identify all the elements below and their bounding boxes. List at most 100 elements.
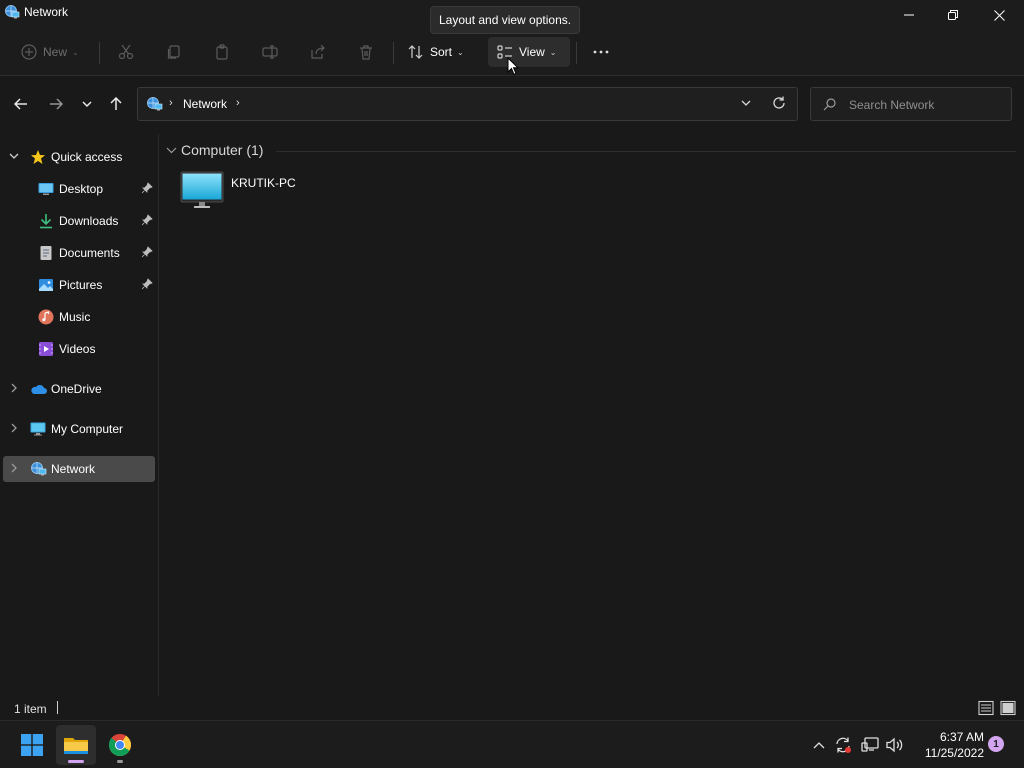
network-status-icon <box>861 737 879 752</box>
sidebar-item-desktop[interactable]: Desktop <box>3 176 155 202</box>
back-button[interactable] <box>9 92 33 116</box>
taskbar-chrome[interactable] <box>100 725 140 765</box>
status-bar: 1 item <box>0 696 1024 720</box>
network-status-button[interactable] <box>861 736 879 754</box>
group-divider <box>276 151 1016 152</box>
sidebar-item-label: Desktop <box>59 182 104 196</box>
paste-icon <box>216 44 228 60</box>
view-button[interactable]: View ⌄ <box>488 37 570 67</box>
chevron-down-icon: ⌄ <box>72 47 79 57</box>
more-options-button[interactable] <box>586 37 616 67</box>
search-icon <box>823 98 836 114</box>
sort-icon <box>408 45 423 59</box>
delete-icon <box>360 45 372 60</box>
active-app-indicator <box>68 760 84 763</box>
restore-button[interactable] <box>930 0 976 30</box>
group-header[interactable]: Computer (1) <box>166 141 1016 161</box>
search-input[interactable] <box>849 96 999 114</box>
navigation-pane: Quick access Desktop Downloads Documents <box>0 134 158 696</box>
sidebar-item-documents[interactable]: Documents <box>3 240 155 266</box>
rename-button[interactable] <box>259 37 281 67</box>
share-icon <box>311 44 325 59</box>
breadcrumb-separator-icon[interactable]: › <box>169 97 173 109</box>
network-icon <box>30 461 47 477</box>
details-view-button[interactable] <box>978 700 994 719</box>
copy-button[interactable] <box>163 37 185 67</box>
pin-icon <box>141 182 153 197</box>
running-app-indicator <box>117 760 123 763</box>
view-label: View <box>519 45 545 59</box>
star-icon <box>30 149 46 165</box>
chevron-down-icon[interactable] <box>9 151 19 164</box>
breadcrumb-separator-icon[interactable]: › <box>236 97 240 109</box>
new-button[interactable]: New ⌄ <box>18 37 86 67</box>
pin-icon <box>141 246 153 261</box>
close-icon <box>993 9 1005 21</box>
sidebar-item-my-computer[interactable]: My Computer <box>3 416 155 442</box>
sync-status-button[interactable] <box>834 736 852 754</box>
sidebar-item-videos[interactable]: Videos <box>3 336 155 362</box>
sidebar-item-onedrive[interactable]: OneDrive <box>3 376 155 402</box>
show-hidden-icons-button[interactable] <box>810 736 828 754</box>
volume-icon <box>886 737 903 753</box>
list-item[interactable]: KRUTIK-PC <box>176 167 316 215</box>
arrow-right-icon <box>50 98 63 110</box>
delete-button[interactable] <box>355 37 377 67</box>
sidebar-item-label: My Computer <box>51 422 124 436</box>
chevron-down-icon[interactable] <box>166 145 177 159</box>
sidebar-item-downloads[interactable]: Downloads <box>3 208 155 234</box>
pane-divider[interactable] <box>158 134 159 696</box>
arrow-left-icon <box>14 98 27 110</box>
start-button[interactable] <box>12 725 52 765</box>
address-bar[interactable]: › Network › <box>137 87 798 121</box>
sort-label: Sort <box>430 45 453 59</box>
taskbar-file-explorer[interactable] <box>56 725 96 765</box>
restore-icon <box>948 10 958 20</box>
sidebar-item-label: Music <box>59 310 91 324</box>
chevron-right-icon[interactable] <box>9 463 19 476</box>
arrow-up-icon <box>110 97 122 110</box>
notification-badge[interactable]: 1 <box>988 736 1004 752</box>
mouse-cursor-icon <box>507 56 520 79</box>
computer-icon <box>30 421 46 437</box>
copy-icon <box>167 45 180 59</box>
sidebar-item-label: Network <box>51 462 96 476</box>
sidebar-item-music[interactable]: Music <box>3 304 155 330</box>
large-icons-view-button[interactable] <box>1000 700 1016 719</box>
sidebar-item-label: Documents <box>59 246 120 260</box>
group-title: Computer (1) <box>181 142 264 158</box>
sidebar-item-label: Quick access <box>51 150 123 164</box>
up-button[interactable] <box>104 92 128 116</box>
clock-date: 11/25/2022 <box>924 746 984 760</box>
sidebar-item-network[interactable]: Network <box>3 456 155 482</box>
search-box[interactable] <box>810 87 1012 121</box>
view-tooltip: Layout and view options. <box>430 6 581 34</box>
paste-button[interactable] <box>211 37 233 67</box>
close-button[interactable] <box>976 0 1022 30</box>
address-history-dropdown[interactable] <box>740 97 752 112</box>
breadcrumb-network[interactable]: Network <box>183 97 227 111</box>
pin-icon <box>141 214 153 229</box>
chevron-right-icon[interactable] <box>9 423 19 436</box>
cut-button[interactable] <box>115 37 137 67</box>
refresh-button[interactable] <box>772 96 786 113</box>
desktop-icon <box>38 181 54 197</box>
recent-locations-button[interactable] <box>75 92 99 116</box>
sort-button[interactable]: Sort ⌄ <box>405 37 475 67</box>
window-title: Network <box>24 5 69 19</box>
forward-button[interactable] <box>44 92 68 116</box>
chevron-down-icon: ⌄ <box>457 47 464 57</box>
status-separator <box>57 701 58 714</box>
minimize-button[interactable] <box>886 0 932 30</box>
chevron-up-icon <box>813 742 825 749</box>
sidebar-item-label: Videos <box>59 342 96 356</box>
minimize-icon <box>904 14 914 16</box>
videos-icon <box>38 341 54 357</box>
volume-button[interactable] <box>886 736 904 754</box>
downloads-icon <box>38 213 54 229</box>
sidebar-item-quick-access[interactable]: Quick access <box>3 144 155 170</box>
sidebar-item-pictures[interactable]: Pictures <box>3 272 155 298</box>
share-button[interactable] <box>307 37 329 67</box>
taskbar-clock[interactable]: 6:37 AM 11/25/2022 <box>910 729 984 761</box>
chevron-right-icon[interactable] <box>9 383 19 396</box>
